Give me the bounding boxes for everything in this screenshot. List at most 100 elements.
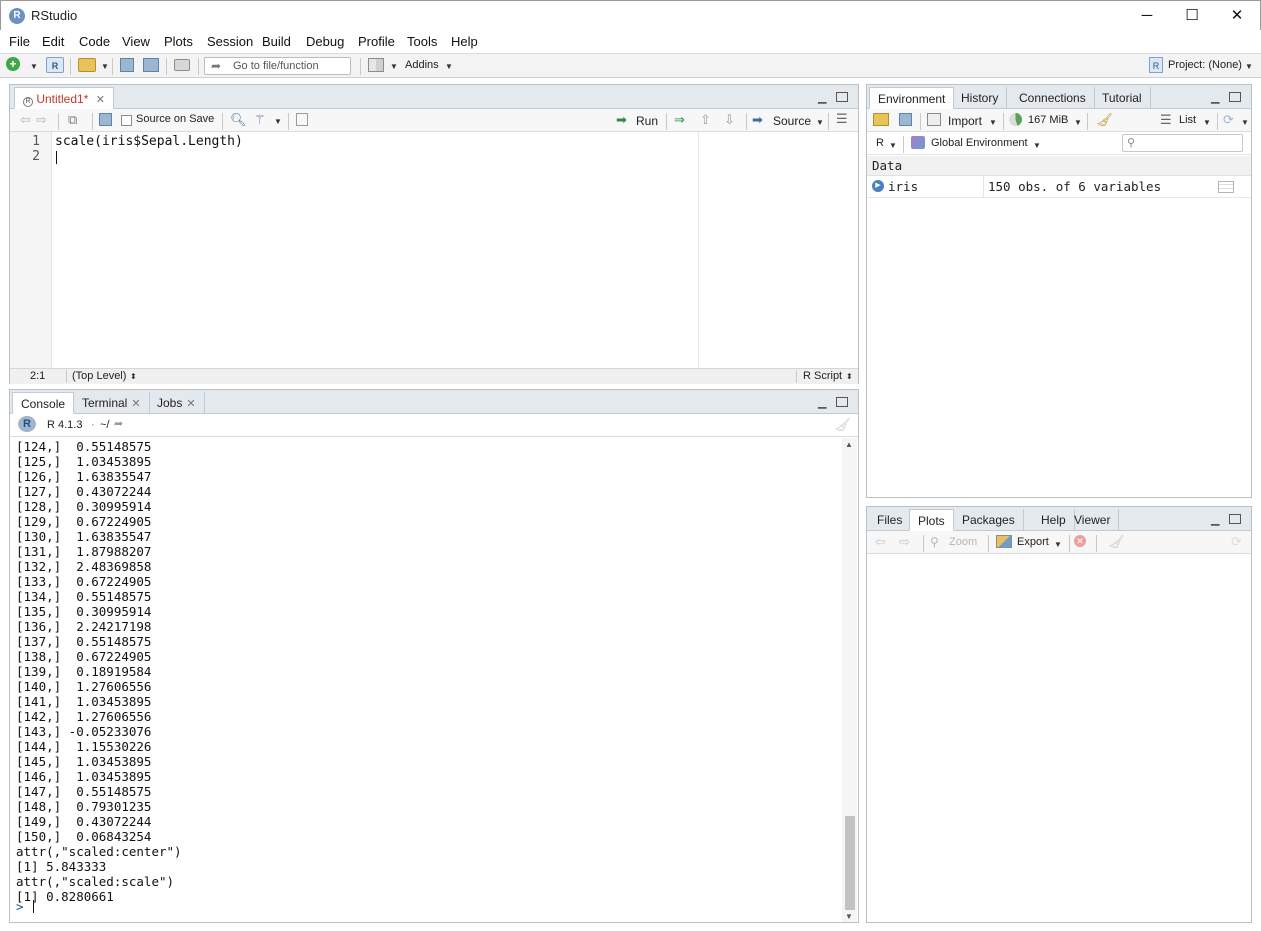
export-button[interactable]: Export [1017, 536, 1049, 548]
run-button[interactable]: Run [636, 114, 658, 128]
chevron-down-icon[interactable]: ▼ [989, 118, 997, 127]
memory-usage[interactable]: 167 MiB [1028, 114, 1068, 126]
maximize-pane-icon[interactable] [836, 92, 848, 102]
updown-icon[interactable]: ⬍ [846, 372, 853, 381]
chevron-down-icon[interactable]: ▼ [816, 118, 824, 127]
menu-plots[interactable]: Plots [164, 34, 193, 49]
broom-icon[interactable]: 🧹︎ [1108, 534, 1125, 550]
chevron-down-icon[interactable]: ▼ [1033, 141, 1041, 150]
tab-packages[interactable]: Packages [954, 509, 1024, 531]
minimize-pane-icon[interactable]: ▁ [1211, 91, 1219, 104]
new-project-icon[interactable]: R [46, 57, 64, 73]
close-button[interactable]: ✕ [1214, 1, 1260, 31]
source-button[interactable]: Source [773, 114, 811, 128]
menu-view[interactable]: View [122, 34, 150, 49]
menu-tools[interactable]: Tools [407, 34, 437, 49]
menu-code[interactable]: Code [79, 34, 110, 49]
chevron-down-icon[interactable]: ▼ [1245, 62, 1253, 71]
save-all-icon[interactable] [143, 58, 159, 72]
updown-icon[interactable]: ⬍ [130, 372, 137, 381]
chevron-down-icon[interactable]: ▼ [445, 62, 453, 71]
search-icon[interactable]: 🔍︎ [230, 112, 247, 128]
rerun-icon[interactable]: ⇒ [674, 112, 685, 128]
save-icon[interactable] [99, 113, 112, 126]
chevron-down-icon[interactable]: ▼ [1074, 118, 1082, 127]
zoom-button[interactable]: Zoom [949, 536, 977, 548]
arrow-down-icon[interactable]: ⇩ [724, 112, 735, 128]
environment-row[interactable]: ▶ iris 150 obs. of 6 variables [867, 176, 1251, 198]
expand-icon[interactable]: ▶ [872, 180, 884, 192]
compile-report-icon[interactable] [296, 113, 308, 126]
go-to-file-input[interactable]: ➦ Go to file/function [204, 57, 351, 75]
tab-plots[interactable]: Plots [909, 509, 954, 531]
maximize-button[interactable]: ☐ [1169, 1, 1215, 31]
close-icon[interactable]: ✕ [96, 94, 105, 106]
code-area[interactable] [52, 132, 698, 368]
maximize-pane-icon[interactable] [1229, 92, 1241, 102]
forward-arrow-icon[interactable]: ⇨ [899, 534, 910, 550]
environment-scope-selector[interactable]: Global Environment [931, 137, 1028, 149]
show-in-window-icon[interactable]: ⧉ [68, 112, 77, 128]
chevron-down-icon[interactable]: ▼ [1203, 118, 1211, 127]
console-output[interactable]: [124,] 0.55148575 [125,] 1.03453895 [126,]… [10, 438, 842, 922]
tab-tutorial[interactable]: Tutorial [1094, 87, 1151, 109]
workspace-panes-icon[interactable] [368, 58, 384, 72]
broom-icon[interactable]: 🧹︎ [1096, 112, 1113, 128]
environment-search-input[interactable]: ⚲ [1122, 134, 1243, 152]
tab-terminal[interactable]: Terminal ✕ [74, 392, 150, 414]
menu-build[interactable]: Build [262, 34, 291, 49]
menu-edit[interactable]: Edit [42, 34, 64, 49]
arrow-up-icon[interactable]: ⇧ [700, 112, 711, 128]
close-icon[interactable]: ✕ [131, 398, 140, 410]
tab-console[interactable]: Console [12, 392, 75, 414]
forward-arrow-icon[interactable]: ⇨ [36, 112, 47, 128]
tab-jobs[interactable]: Jobs ✕ [149, 392, 205, 414]
menu-file[interactable]: File [9, 34, 30, 49]
tab-viewer[interactable]: Viewer [1066, 509, 1120, 531]
minimize-button[interactable]: ─ [1124, 1, 1170, 31]
minimize-pane-icon[interactable]: ▁ [818, 396, 826, 409]
close-icon[interactable]: ✕ [186, 398, 195, 410]
load-workspace-icon[interactable] [873, 113, 889, 126]
language-selector[interactable]: R [876, 137, 884, 149]
scrollbar-thumb[interactable] [845, 816, 855, 910]
save-icon[interactable] [120, 58, 134, 72]
maximize-pane-icon[interactable] [836, 397, 848, 407]
view-data-icon[interactable] [1218, 181, 1234, 193]
project-icon[interactable]: R [1149, 57, 1163, 73]
working-directory[interactable]: ~/ [100, 419, 109, 431]
menu-debug[interactable]: Debug [306, 34, 344, 49]
minimize-pane-icon[interactable]: ▁ [1211, 513, 1219, 526]
magic-wand-icon[interactable]: ⚚ [254, 112, 266, 128]
console-scrollbar[interactable]: ▲ ▼ [842, 438, 857, 922]
outline-icon[interactable]: ☰ [836, 111, 848, 127]
back-arrow-icon[interactable]: ⇦ [875, 534, 886, 550]
chevron-down-icon[interactable]: ▼ [889, 141, 897, 150]
remove-plot-icon[interactable]: ✕ [1074, 535, 1086, 547]
goto-directory-icon[interactable]: ➦ [114, 416, 123, 432]
addins-button[interactable]: Addins [405, 59, 439, 71]
tab-files[interactable]: Files [869, 509, 912, 531]
new-file-icon[interactable]: + [6, 57, 20, 71]
broom-icon[interactable]: 🧹︎ [834, 417, 851, 433]
minimize-pane-icon[interactable]: ▁ [818, 91, 826, 104]
menu-profile[interactable]: Profile [358, 34, 395, 49]
tab-connections[interactable]: Connections [1011, 87, 1095, 109]
chevron-down-icon[interactable]: ▼ [274, 117, 282, 126]
menu-session[interactable]: Session [207, 34, 253, 49]
view-mode-selector[interactable]: List [1179, 114, 1196, 126]
chevron-down-icon[interactable]: ▼ [390, 62, 398, 71]
scroll-up-icon[interactable]: ▲ [845, 440, 853, 449]
refresh-icon[interactable]: ⟳ [1231, 534, 1242, 550]
chevron-down-icon[interactable]: ▼ [101, 62, 109, 71]
source-on-save-checkbox[interactable] [121, 115, 132, 126]
maximize-pane-icon[interactable] [1229, 514, 1241, 524]
tab-untitled1[interactable]: R Untitled1* ✕ [14, 87, 114, 109]
refresh-icon[interactable]: ⟳ [1223, 112, 1234, 128]
tab-history[interactable]: History [953, 87, 1008, 109]
file-type-selector[interactable]: R Script [803, 370, 842, 382]
chevron-down-icon[interactable]: ▼ [1054, 540, 1062, 549]
project-menu[interactable]: Project: (None) [1168, 59, 1242, 71]
scope-selector[interactable]: (Top Level) [72, 370, 126, 382]
back-arrow-icon[interactable]: ⇦ [20, 112, 31, 128]
